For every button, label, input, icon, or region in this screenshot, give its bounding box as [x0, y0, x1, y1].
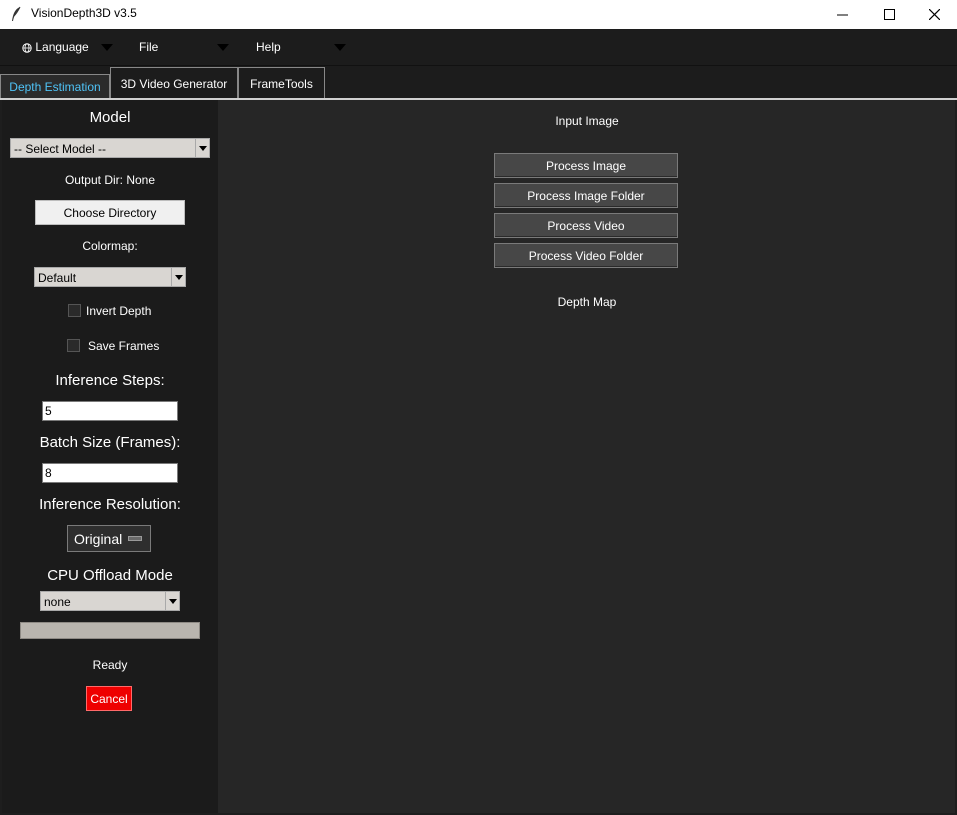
- help-dropdown-arrow-icon[interactable]: [334, 44, 346, 51]
- inference-steps-label: Inference Steps:: [55, 372, 165, 389]
- minimize-icon: [836, 14, 848, 16]
- tab-frametools-label: FrameTools: [250, 76, 313, 91]
- depth-map-label: Depth Map: [557, 295, 617, 309]
- option-indicator-icon: [128, 536, 142, 541]
- close-button[interactable]: [911, 0, 957, 29]
- batch-size-input[interactable]: 8: [42, 463, 178, 483]
- menu-file-label: File: [139, 40, 159, 54]
- inference-resolution-select[interactable]: Original: [67, 525, 151, 552]
- batch-size-label: Batch Size (Frames):: [39, 434, 181, 451]
- process-video-button-label: Process Video: [547, 218, 625, 233]
- process-video-folder-button[interactable]: Process Video Folder: [494, 243, 678, 268]
- tab-depth-estimation[interactable]: Depth Estimation: [0, 74, 110, 99]
- choose-directory-button-label: Choose Directory: [63, 205, 157, 220]
- model-label: Model: [89, 109, 131, 126]
- output-dir-label: Output Dir: None: [64, 173, 156, 187]
- globe-icon: [22, 43, 32, 53]
- menu-help-label: Help: [256, 40, 281, 54]
- tab-depth-estimation-label: Depth Estimation: [9, 80, 101, 94]
- input-image-label: Input Image: [555, 114, 619, 128]
- tab-frametools[interactable]: FrameTools: [238, 67, 325, 99]
- tab-strip: Depth Estimation 3D Video Generator Fram…: [0, 66, 957, 99]
- cancel-button[interactable]: Cancel: [86, 686, 132, 711]
- window-title: VisionDepth3D v3.5: [31, 6, 137, 20]
- invert-depth-checkbox[interactable]: [68, 304, 81, 317]
- feather-icon: [12, 6, 21, 21]
- status-label: Ready: [92, 658, 128, 672]
- inference-steps-input[interactable]: 5: [42, 401, 178, 421]
- menu-help[interactable]: Help: [256, 40, 281, 56]
- menu-bar: Language File Help: [0, 29, 957, 66]
- colormap-select-chevron-down-icon[interactable]: [171, 268, 185, 286]
- sidebar: Model -- Select Model -- Output Dir: Non…: [2, 100, 218, 813]
- cpu-offload-chevron-down-icon[interactable]: [165, 592, 179, 610]
- maximize-icon: [883, 9, 895, 20]
- process-image-button-label: Process Image: [545, 158, 627, 173]
- menu-file[interactable]: File: [139, 40, 158, 56]
- colormap-select[interactable]: Default: [34, 267, 186, 287]
- choose-directory-button[interactable]: Choose Directory: [35, 200, 185, 225]
- inference-resolution-value: Original: [74, 531, 123, 547]
- save-frames-checkbox[interactable]: [67, 339, 80, 352]
- model-select-chevron-down-icon[interactable]: [195, 139, 209, 157]
- language-dropdown-arrow-icon[interactable]: [101, 44, 113, 51]
- save-frames-label: Save Frames: [88, 339, 160, 353]
- cancel-button-label: Cancel: [90, 691, 128, 706]
- cpu-offload-label: CPU Offload Mode: [47, 567, 173, 584]
- inference-resolution-label: Inference Resolution:: [39, 496, 181, 513]
- process-video-button[interactable]: Process Video: [494, 213, 678, 238]
- process-image-folder-button[interactable]: Process Image Folder: [494, 183, 678, 208]
- title-bar: VisionDepth3D v3.5: [0, 0, 957, 29]
- progress-bar: [20, 622, 200, 639]
- process-image-button[interactable]: Process Image: [494, 153, 678, 178]
- menu-language[interactable]: Language: [22, 40, 89, 56]
- process-video-folder-button-label: Process Video Folder: [528, 248, 644, 263]
- model-select-value: -- Select Model --: [14, 142, 107, 156]
- invert-depth-label: Invert Depth: [86, 304, 152, 318]
- cpu-offload-select[interactable]: none: [40, 591, 180, 611]
- maximize-button[interactable]: [866, 0, 912, 29]
- menu-language-label: Language: [35, 40, 89, 54]
- colormap-label: Colormap:: [82, 239, 138, 253]
- main-panel: Input Image Process Image Process Image …: [218, 100, 955, 813]
- model-select[interactable]: -- Select Model --: [10, 138, 210, 158]
- file-dropdown-arrow-icon[interactable]: [217, 44, 229, 51]
- close-icon: [928, 9, 940, 20]
- process-image-folder-button-label: Process Image Folder: [527, 188, 645, 203]
- tab-3d-video-generator[interactable]: 3D Video Generator: [110, 67, 238, 99]
- minimize-button[interactable]: [819, 0, 865, 29]
- tab-3d-video-generator-label: 3D Video Generator: [120, 76, 228, 91]
- cpu-offload-select-value: none: [44, 595, 71, 609]
- colormap-select-value: Default: [38, 271, 77, 285]
